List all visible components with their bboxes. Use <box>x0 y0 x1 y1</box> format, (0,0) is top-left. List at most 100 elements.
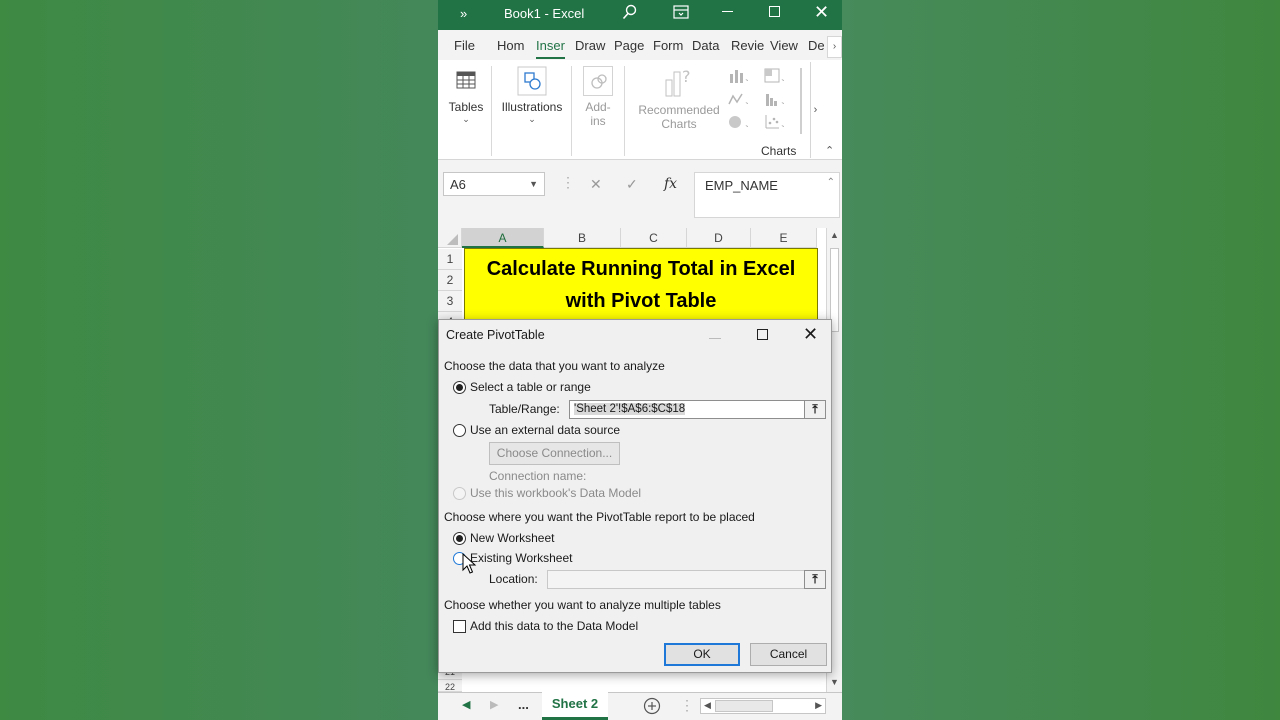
hierarchy-chart-icon[interactable]: ⌄ <box>764 68 784 84</box>
illustrations-label: Illustrations <box>501 100 563 114</box>
ribbon-scroll-right-icon[interactable]: › <box>810 62 820 158</box>
next-sheet-icon[interactable]: ▶ <box>490 698 498 711</box>
select-all-corner[interactable] <box>438 228 462 248</box>
scroll-up-icon[interactable]: ▲ <box>830 230 839 240</box>
add-to-data-model-label[interactable]: Add this data to the Data Model <box>470 619 638 633</box>
column-header-e[interactable]: E <box>751 228 817 248</box>
radio-data-model-label[interactable]: Use this workbook's Data Model <box>470 486 641 500</box>
collapse-ribbon-icon[interactable]: ⌃ <box>825 144 834 157</box>
name-box[interactable]: A6 ▼ <box>443 172 545 196</box>
radio-external-source[interactable] <box>453 424 466 437</box>
collapse-location-icon[interactable]: ⤒ <box>804 570 826 589</box>
tab-home[interactable]: Hom <box>497 38 524 53</box>
minimize-icon[interactable] <box>722 11 733 12</box>
scatter-chart-icon[interactable]: ⌄ <box>764 114 784 130</box>
ribbon-tabs: File Hom Inser Draw Page Form Data Revie… <box>438 30 842 60</box>
svg-text:⌄: ⌄ <box>744 74 748 83</box>
line-chart-icon[interactable]: ⌄ <box>728 91 748 107</box>
choose-connection-button[interactable]: Choose Connection... <box>489 442 620 465</box>
illustrations-button[interactable]: Illustrations ⌄ <box>496 60 568 160</box>
column-header-c[interactable]: C <box>621 228 687 248</box>
collapse-dialog-icon[interactable]: ⤒ <box>804 400 826 419</box>
cancel-entry-icon[interactable]: ✕ <box>590 176 602 193</box>
column-header-a[interactable]: A <box>462 228 544 248</box>
addins-icon <box>583 66 613 96</box>
title-bar: » Book1 - Excel ✕ <box>438 0 842 30</box>
chevron-down-icon[interactable]: ▼ <box>529 179 538 189</box>
tab-view[interactable]: View <box>770 38 798 53</box>
maximize-icon[interactable] <box>769 6 780 17</box>
radio-new-worksheet[interactable] <box>453 532 466 545</box>
title-banner[interactable]: Calculate Running Total in Excel with Pi… <box>464 248 818 320</box>
row-header[interactable]: 1 <box>438 249 462 270</box>
tab-developer[interactable]: De <box>808 38 825 53</box>
rec-charts-label-line2: Charts <box>661 117 697 131</box>
table-range-value: 'Sheet 2'!$A$6:$C$18 <box>574 403 686 415</box>
formula-value: EMP_NAME <box>705 178 778 193</box>
radio-data-model[interactable] <box>453 487 466 500</box>
radio-select-table-label[interactable]: Select a table or range <box>470 380 591 394</box>
dialog-maximize-icon[interactable] <box>757 329 768 340</box>
svg-text:⌄: ⌄ <box>780 97 784 106</box>
dialog-close-icon[interactable]: ✕ <box>803 324 818 344</box>
formula-bar: A6 ▼ ⋮ ✕ ✓ fx EMP_NAME ⌃ <box>438 160 842 228</box>
dialog-minimize-icon <box>709 338 721 339</box>
radio-existing-worksheet-label[interactable]: Existing Worksheet <box>470 551 573 565</box>
column-chart-icon[interactable]: ⌄ <box>728 68 748 84</box>
table-range-label: Table/Range: <box>489 402 560 416</box>
add-sheet-icon[interactable] <box>643 697 661 715</box>
section-multiple-tables-heading: Choose whether you want to analyze multi… <box>444 598 721 612</box>
quick-access-overflow-icon[interactable]: » <box>460 6 467 21</box>
recommended-charts-icon: ? <box>662 66 696 100</box>
cancel-button[interactable]: Cancel <box>750 643 827 666</box>
expand-formula-icon[interactable]: ⌃ <box>827 177 835 188</box>
search-icon[interactable] <box>622 4 638 20</box>
tab-page-layout[interactable]: Page <box>614 38 644 53</box>
prev-sheet-icon[interactable]: ◀ <box>462 698 470 711</box>
table-icon <box>451 66 481 96</box>
insert-function-icon[interactable]: fx <box>664 176 677 192</box>
row-header[interactable]: 3 <box>438 291 462 312</box>
radio-new-worksheet-label[interactable]: New Worksheet <box>470 531 554 545</box>
more-sheets-button[interactable]: ... <box>518 697 529 712</box>
tab-insert[interactable]: Inser <box>536 38 565 59</box>
row-header[interactable]: 22 <box>438 680 462 692</box>
tab-formulas[interactable]: Form <box>653 38 683 53</box>
tab-data[interactable]: Data <box>692 38 719 53</box>
column-header-d[interactable]: D <box>687 228 751 248</box>
sheet-tab-active[interactable]: Sheet 2 <box>542 692 608 720</box>
chevron-down-icon: ⌄ <box>462 114 470 124</box>
radio-external-source-label[interactable]: Use an external data source <box>470 423 620 437</box>
banner-line-2: with Pivot Table <box>565 290 717 312</box>
h-scroll-thumb[interactable] <box>715 700 773 712</box>
scroll-right-icon[interactable]: ▶ <box>815 700 822 711</box>
close-icon[interactable]: ✕ <box>814 2 829 22</box>
radio-select-table[interactable] <box>453 381 466 394</box>
addins-label-line1: Add- <box>585 100 611 114</box>
scroll-left-icon[interactable]: ◀ <box>704 700 711 711</box>
ok-button[interactable]: OK <box>664 643 740 666</box>
ribbon-display-options-icon[interactable] <box>673 5 689 19</box>
add-to-data-model-checkbox[interactable] <box>453 620 466 633</box>
statistic-chart-icon[interactable]: ⌄ <box>764 91 784 107</box>
tables-button[interactable]: Tables ⌄ <box>446 60 486 160</box>
recommended-charts-button[interactable]: ? Recommended Charts <box>634 60 724 160</box>
table-range-input[interactable]: 'Sheet 2'!$A$6:$C$18 <box>569 400 805 419</box>
window-title: Book1 - Excel <box>504 6 585 21</box>
formula-input[interactable]: EMP_NAME ⌃ <box>694 172 840 218</box>
column-header-b[interactable]: B <box>544 228 621 248</box>
pie-chart-icon[interactable]: ⌄ <box>728 114 748 130</box>
location-input[interactable] <box>547 570 805 589</box>
tab-review[interactable]: Revie <box>731 38 764 53</box>
addins-button[interactable]: Add- ins <box>576 60 620 160</box>
tab-draw[interactable]: Draw <box>575 38 605 53</box>
scroll-down-icon[interactable]: ▼ <box>830 677 839 687</box>
confirm-entry-icon[interactable]: ✓ <box>626 176 638 193</box>
tab-file[interactable]: File <box>454 38 475 53</box>
horizontal-scrollbar[interactable]: ◀ ▶ <box>700 698 826 714</box>
row-header[interactable]: 2 <box>438 270 462 291</box>
formula-bar-grip-icon: ⋮ <box>561 174 575 190</box>
tabs-scroll-right-icon[interactable]: › <box>827 36 842 58</box>
mouse-pointer-icon <box>462 553 477 574</box>
section-placement-heading: Choose where you want the PivotTable rep… <box>444 510 755 524</box>
